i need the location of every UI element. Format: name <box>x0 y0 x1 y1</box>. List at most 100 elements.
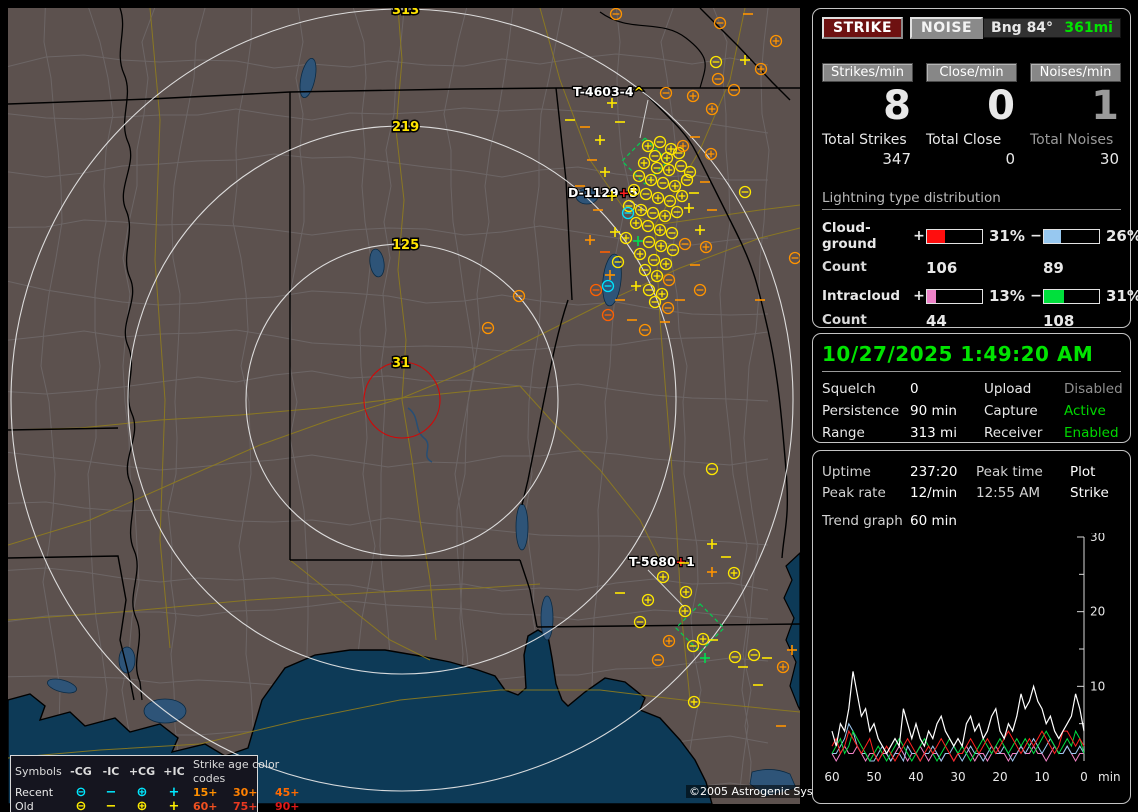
stats-row: Peak rate 12/min 12:55 AM Strike <box>822 485 1121 501</box>
stats-value: Strike <box>1070 485 1109 501</box>
stats-label: 12:55 AM <box>976 485 1041 501</box>
x-tick-label: 40 <box>908 770 923 784</box>
ic-negative-count: 108 <box>1043 312 1075 330</box>
age-code: 75+ <box>233 800 258 812</box>
cloud-ground-label: Cloud-ground <box>822 220 877 252</box>
minus-sign: − <box>1030 288 1042 304</box>
status-label: Persistence <box>822 403 900 419</box>
trend-graph-row: Trend graph 60 min <box>822 513 1121 529</box>
age-code: 30+ <box>233 786 258 799</box>
ic-positive-pct: 13% <box>989 287 1025 305</box>
x-axis-unit: min <box>1098 770 1121 784</box>
strike-button[interactable]: STRIKE <box>822 17 904 39</box>
x-tick-label: 20 <box>992 770 1007 784</box>
ring-label: 313 <box>392 8 419 18</box>
close-per-min-value: 0 <box>987 83 1015 129</box>
noises-per-min-chip: Noises/min <box>1030 63 1121 82</box>
ring-label: 219 <box>392 120 419 135</box>
side-panel: STRIKE NOISE Bng 84° 361mi Strikes/min C… <box>812 8 1138 804</box>
bearing-readout: Bng 84° 361mi <box>983 18 1121 38</box>
stats-rows: Uptime 237:20 Peak time Plot Peak rate 12… <box>822 464 1121 501</box>
datetime-display: 10/27/2025 1:49:20 AM <box>822 342 1094 366</box>
cg-negative-pct: 26% <box>1106 227 1138 245</box>
rates-panel: STRIKE NOISE Bng 84° 361mi Strikes/min C… <box>812 8 1138 330</box>
distribution-title: Lightning type distribution <box>822 190 1121 210</box>
cg-positive-pct: 31% <box>989 227 1025 245</box>
legend-symbol: ⊕ <box>136 799 148 812</box>
plus-sign: + <box>913 228 925 244</box>
stats-label: Peak time <box>976 464 1043 480</box>
legend-header: Symbols -CG -IC +CG +IC Strike age color code… <box>15 758 280 785</box>
ic-positive-count: 44 <box>926 312 947 330</box>
cg-positive-bar <box>926 228 983 244</box>
total-close-label: Total Close <box>926 132 1002 148</box>
x-tick-label: 50 <box>866 770 881 784</box>
rate-values: 8 0 1 <box>822 82 1121 128</box>
cloud-ground-row: Cloud-ground + 31% − 26% <box>822 220 1138 252</box>
stats-value: 237:20 <box>910 464 958 480</box>
bearing-value: Bng 84° <box>991 20 1054 36</box>
map-legend: Symbols -CG -IC +CG +IC Strike age color code… <box>10 755 300 812</box>
legend-row: Recent ⊖ − ⊕ +15+ 30+ 45+ <box>15 785 300 800</box>
x-tick-label: 30 <box>950 770 965 784</box>
legend-symbol: + <box>168 785 180 800</box>
y-tick-label: 10 <box>1090 679 1105 693</box>
stats-value: Plot <box>1070 464 1096 480</box>
total-close-value: 0 <box>1005 150 1015 168</box>
cg-positive-count: 106 <box>926 259 958 277</box>
total-labels: Total Strikes Total Close Total Noises <box>822 128 1121 148</box>
storm-cell-label: T-5680+1 <box>629 554 695 569</box>
status-label: Receiver <box>984 425 1043 441</box>
status-value: Enabled <box>1064 425 1119 441</box>
status-value: Disabled <box>1064 381 1123 397</box>
trend-graph-label: Trend graph <box>822 513 903 529</box>
count-label: Count <box>822 259 867 275</box>
noises-per-min-value: 1 <box>1091 83 1119 129</box>
map-canvas: T-4603-4^ D-1129+5 T-5680+1 313 219 125 31 <box>8 8 800 804</box>
trend-graph-value: 60 min <box>910 513 957 529</box>
nexstorm-app: T-4603-4^ D-1129+5 T-5680+1 313 219 125 31 Sy… <box>0 0 1138 812</box>
mode-button-row: STRIKE NOISE Bng 84° 361mi <box>822 17 1121 39</box>
total-noises-label: Total Noises <box>1030 132 1114 148</box>
strikes-per-min-value: 8 <box>883 83 911 129</box>
status-row: Range 313 mi Receiver Enabled <box>822 425 1121 441</box>
status-panel: 10/27/2025 1:49:20 AM Squelch 0 Upload D… <box>812 333 1131 443</box>
age-code: 60+ <box>193 800 218 812</box>
status-value: 90 min <box>910 403 957 419</box>
cg-negative-count: 89 <box>1043 259 1064 277</box>
x-tick-label: 10 <box>1034 770 1049 784</box>
minus-sign: − <box>1030 228 1042 244</box>
legend-row: Old ⊖ − ⊕ +60+ 75+ 90+ <box>15 799 300 812</box>
total-strikes-label: Total Strikes <box>822 132 907 148</box>
total-values: 347 0 30 <box>822 148 1121 168</box>
lightning-map[interactable]: T-4603-4^ D-1129+5 T-5680+1 313 219 125 31 Sy… <box>8 8 844 812</box>
status-label: Capture <box>984 403 1038 419</box>
cloud-ground-counts: Count 106 89 <box>822 259 1121 277</box>
status-label: Range <box>822 425 865 441</box>
stats-label: Peak rate <box>822 485 886 501</box>
status-label: Upload <box>984 381 1032 397</box>
x-tick-label: 0 <box>1080 770 1088 784</box>
x-tick-label: 60 <box>824 770 839 784</box>
status-rows: Squelch 0 Upload Disabled Persistence 90 … <box>822 381 1123 441</box>
ic-negative-bar <box>1043 288 1100 304</box>
legend-symbol: ⊕ <box>136 785 148 800</box>
trend-chart: 10 20 30 60 50 40 30 20 10 0 min <box>822 533 1122 791</box>
total-noises-value: 30 <box>1099 150 1119 168</box>
storm-cell-label: D-1129+5 <box>568 185 638 200</box>
strikes-per-min-chip: Strikes/min <box>822 63 913 82</box>
ic-positive-bar <box>926 288 983 304</box>
rate-chips: Strikes/min Close/min Noises/min <box>822 63 1121 82</box>
status-label: Squelch <box>822 381 876 397</box>
noise-button[interactable]: NOISE <box>910 17 984 39</box>
stats-label: Uptime <box>822 464 871 480</box>
distance-value: 361mi <box>1064 20 1113 36</box>
y-tick-label: 30 <box>1090 533 1105 544</box>
legend-symbol: ⊖ <box>75 799 87 812</box>
stats-row: Uptime 237:20 Peak time Plot <box>822 464 1121 480</box>
ring-label: 31 <box>392 356 410 371</box>
intracloud-row: Intracloud + 13% − 31% <box>822 287 1138 305</box>
stats-value: 12/min <box>910 485 958 501</box>
close-per-min-chip: Close/min <box>926 63 1017 82</box>
legend-symbol: − <box>105 799 117 812</box>
